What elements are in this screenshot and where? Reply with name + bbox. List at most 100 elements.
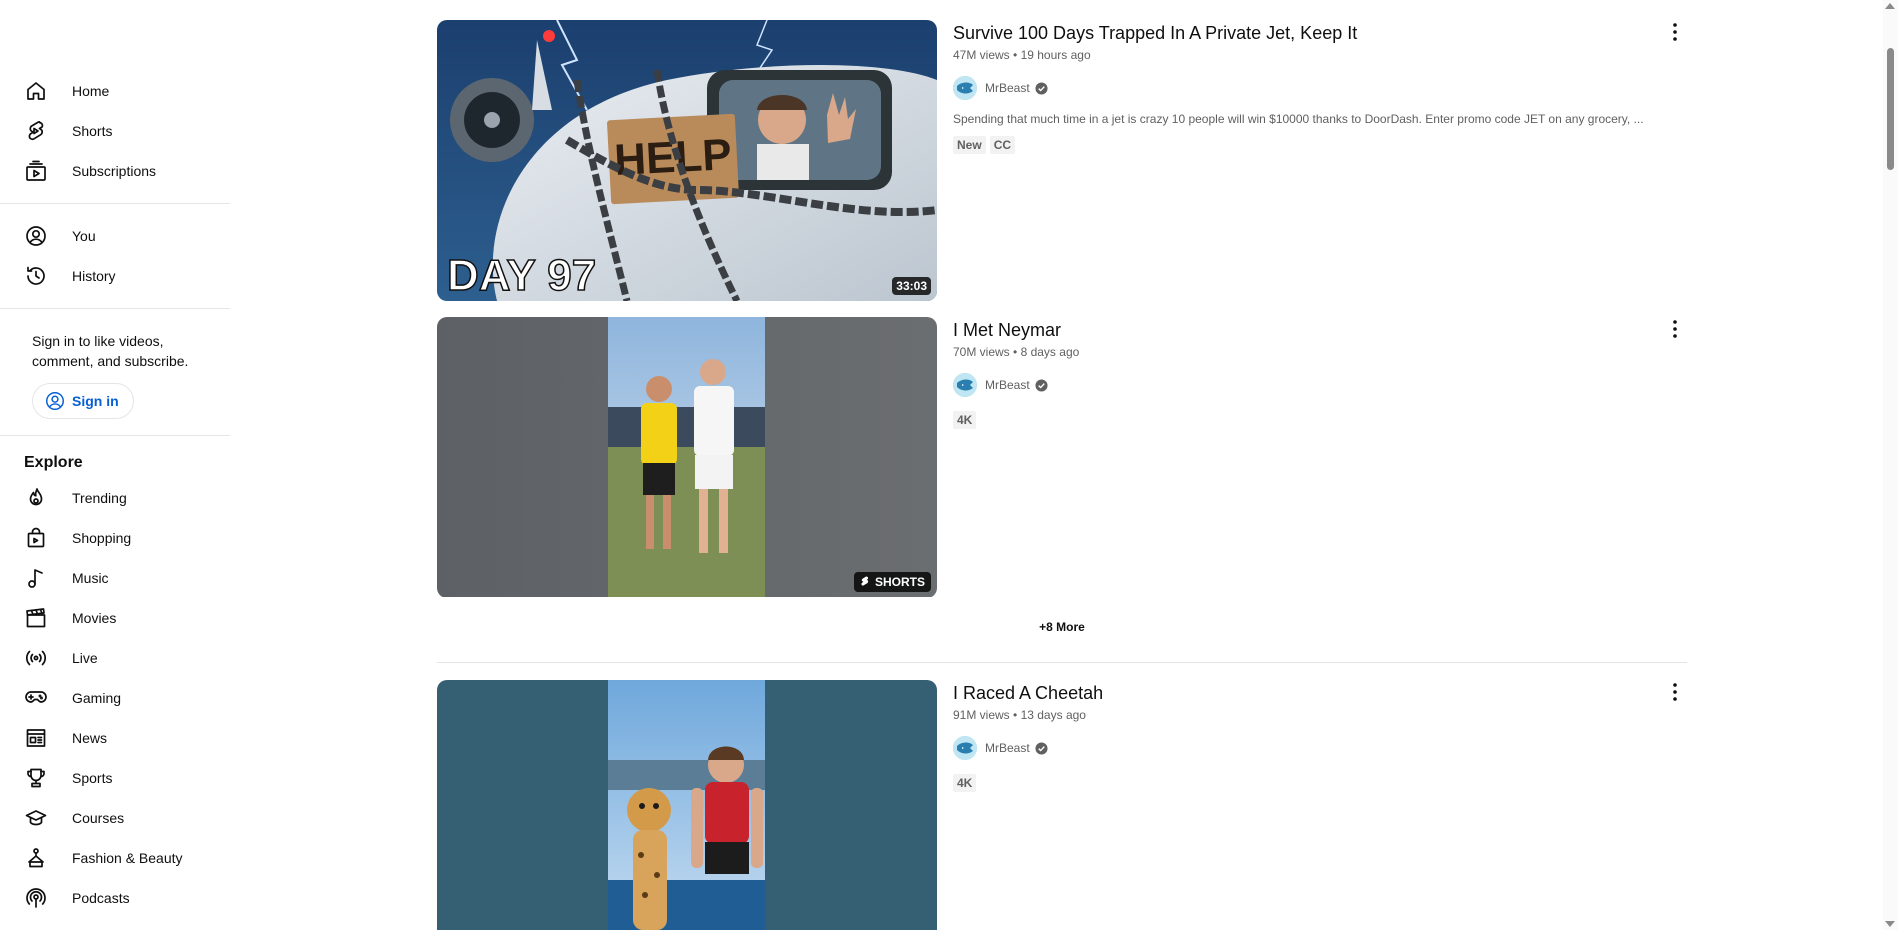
sidebar-item-podcasts[interactable]: Podcasts xyxy=(0,878,230,918)
sidebar-item-label: Sports xyxy=(72,770,113,786)
sidebar-item-label: Music xyxy=(72,570,109,586)
sidebar-item-label: Gaming xyxy=(72,690,122,706)
sidebar-item-fashion-beauty[interactable]: Fashion & Beauty xyxy=(0,838,230,878)
more-actions-button[interactable] xyxy=(1663,20,1687,44)
more-actions-button[interactable] xyxy=(1663,317,1687,341)
sidebar-divider xyxy=(0,435,230,436)
sidebar-item-you[interactable]: You xyxy=(0,216,230,256)
badge-cc: CC xyxy=(989,136,1016,154)
shorts-badge-label: SHORTS xyxy=(874,575,925,589)
shorts-badge: SHORTS xyxy=(853,572,931,592)
shorts-icon xyxy=(861,576,869,586)
sidebar-item-courses[interactable]: Courses xyxy=(0,798,230,838)
badge-4k: 4K xyxy=(953,411,977,429)
meta-separator: • xyxy=(1013,345,1018,359)
shopping-bag-icon xyxy=(24,526,48,550)
verified-badge-icon xyxy=(1035,741,1048,755)
sidebar-item-label: Trending xyxy=(72,490,127,506)
sidebar-item-label: Shorts xyxy=(72,123,113,139)
podcast-icon xyxy=(24,886,48,910)
video-thumbnail[interactable]: HELP DAY 97 33:03 xyxy=(437,20,937,301)
video-views: 47M views xyxy=(953,48,1010,62)
page-scrollbar[interactable] xyxy=(1883,0,1898,930)
more-vertical-icon xyxy=(1673,683,1677,701)
video-info: I Raced A Cheetah 91M views • 13 days ag… xyxy=(953,680,1653,792)
more-vertical-icon xyxy=(1673,320,1677,338)
user-circle-icon xyxy=(46,392,64,410)
channel-avatar[interactable] xyxy=(953,736,977,760)
sidebar-item-shopping[interactable]: Shopping xyxy=(0,518,230,558)
channel-row[interactable]: MrBeast xyxy=(953,736,1653,760)
video-age: 13 days ago xyxy=(1020,708,1086,722)
sidebar-item-sports[interactable]: Sports xyxy=(0,758,230,798)
sidebar-item-live[interactable]: Live xyxy=(0,638,230,678)
video-title[interactable]: Survive 100 Days Trapped In A Private Je… xyxy=(953,20,1653,46)
channel-name[interactable]: MrBeast xyxy=(985,81,1030,95)
video-meta: 91M views • 13 days ago xyxy=(953,706,1653,724)
page: Home Shorts Subscriptions You History Si… xyxy=(0,0,1898,930)
meta-separator: • xyxy=(1013,48,1018,62)
subscriptions-icon xyxy=(24,159,48,183)
signin-button[interactable]: Sign in xyxy=(32,383,134,419)
video-views: 70M views xyxy=(953,345,1010,359)
badge-new: New xyxy=(953,136,986,154)
sidebar-item-label: Movies xyxy=(72,610,117,626)
video-title[interactable]: I Raced A Cheetah xyxy=(953,680,1653,706)
shorts-icon xyxy=(24,119,48,143)
verified-badge-icon xyxy=(1035,81,1048,95)
sidebar-item-gaming[interactable]: Gaming xyxy=(0,678,230,718)
more-vertical-icon xyxy=(1673,23,1677,41)
video-age: 19 hours ago xyxy=(1020,48,1091,62)
graduation-cap-icon xyxy=(24,806,48,830)
video-info: Survive 100 Days Trapped In A Private Je… xyxy=(953,20,1653,154)
sidebar-item-label: News xyxy=(72,730,108,746)
sidebar-item-history[interactable]: History xyxy=(0,256,230,296)
video-title[interactable]: I Met Neymar xyxy=(953,317,1653,343)
channel-row[interactable]: MrBeast xyxy=(953,373,1653,397)
channel-row[interactable]: MrBeast xyxy=(953,76,1653,100)
video-thumbnail[interactable]: SHORTS xyxy=(437,317,937,598)
video-info: I Met Neymar 70M views • 8 days ago MrBe… xyxy=(953,317,1653,429)
scrollbar-thumb[interactable] xyxy=(1887,48,1894,170)
show-more-button[interactable]: +8 More xyxy=(437,620,1687,634)
trophy-icon xyxy=(24,766,48,790)
newspaper-icon xyxy=(24,726,48,750)
sidebar-item-label: Shopping xyxy=(72,530,132,546)
sidebar-item-trending[interactable]: Trending xyxy=(0,478,230,518)
signin-button-label: Sign in xyxy=(72,393,119,409)
more-actions-button[interactable] xyxy=(1663,680,1687,704)
sidebar-item-shorts[interactable]: Shorts xyxy=(0,111,230,151)
meta-separator: • xyxy=(1013,708,1018,722)
sidebar-item-subscriptions[interactable]: Subscriptions xyxy=(0,151,230,191)
sidebar-item-news[interactable]: News xyxy=(0,718,230,758)
sidebar-item-label: Home xyxy=(72,83,110,99)
verified-badge-icon xyxy=(1035,378,1048,392)
user-circle-icon xyxy=(24,224,48,248)
sidebar-item-music[interactable]: Music xyxy=(0,558,230,598)
video-badges: New CC xyxy=(953,136,1653,154)
signin-text: Sign in to like videos, comment, and sub… xyxy=(32,333,189,369)
video-badges: 4K xyxy=(953,411,1653,429)
sidebar-divider xyxy=(0,308,230,309)
home-icon xyxy=(24,79,48,103)
channel-name[interactable]: MrBeast xyxy=(985,741,1030,755)
clapperboard-icon xyxy=(24,606,48,630)
video-thumbnail[interactable] xyxy=(437,680,937,930)
sidebar-item-label: History xyxy=(72,268,116,284)
sidebar-item-label: Live xyxy=(72,650,98,666)
sidebar-item-movies[interactable]: Movies xyxy=(0,598,230,638)
channel-avatar[interactable] xyxy=(953,76,977,100)
thumbnail-overlay-text: DAY 97 xyxy=(447,251,596,300)
thumbnail-image xyxy=(437,317,937,597)
scroll-down-arrow-icon[interactable] xyxy=(1885,921,1895,927)
channel-avatar[interactable] xyxy=(953,373,977,397)
thumbnail-image xyxy=(437,680,937,930)
channel-name[interactable]: MrBeast xyxy=(985,378,1030,392)
sidebar-item-label: Fashion & Beauty xyxy=(72,850,183,866)
scroll-up-arrow-icon[interactable] xyxy=(1885,3,1895,9)
sidebar-item-home[interactable]: Home xyxy=(0,71,230,111)
sidebar-item-label: You xyxy=(72,228,96,244)
video-badges: 4K xyxy=(953,774,1653,792)
sidebar: Home Shorts Subscriptions You History Si… xyxy=(0,0,230,930)
badge-4k: 4K xyxy=(953,774,977,792)
